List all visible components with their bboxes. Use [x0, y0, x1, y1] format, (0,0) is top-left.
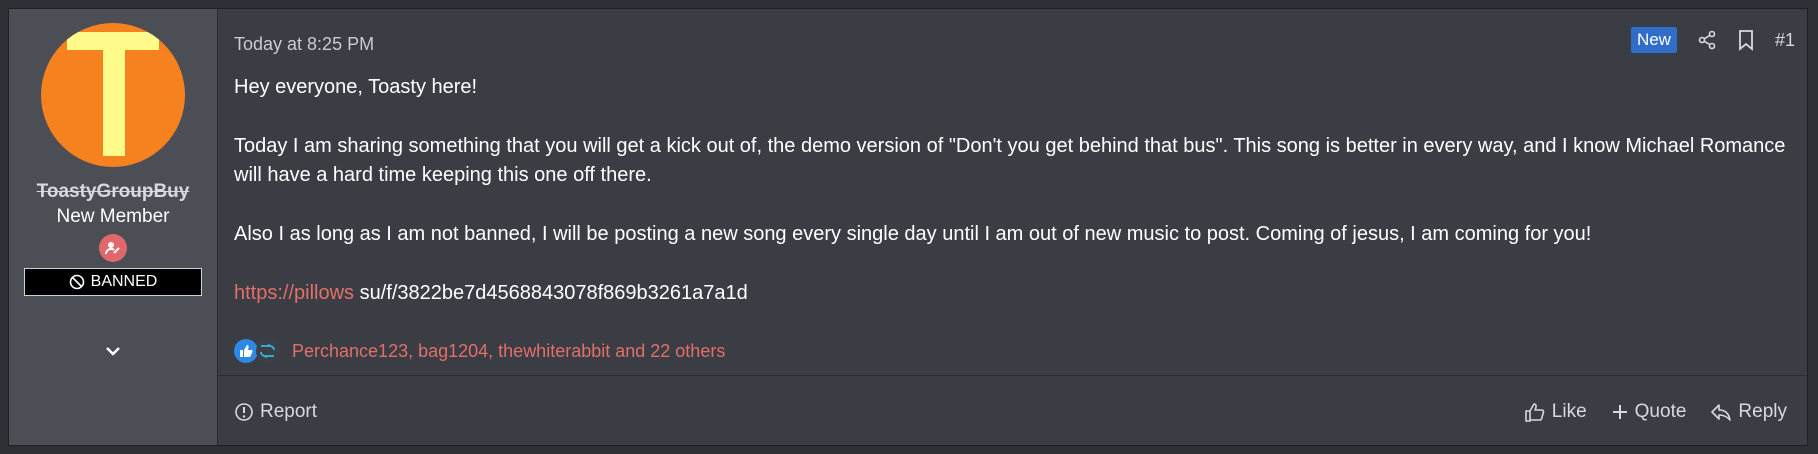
post-timestamp[interactable]: Today at 8:25 PM [234, 34, 374, 55]
banned-badge: BANNED [24, 268, 202, 296]
banned-label: BANNED [90, 273, 158, 290]
chevron-down-icon[interactable] [101, 339, 125, 363]
reply-button[interactable]: Reply [1710, 401, 1787, 423]
post-top-actions: New #1 [1630, 27, 1795, 53]
share-reaction-icon [256, 339, 280, 363]
report-button[interactable]: Report [234, 401, 317, 423]
post-main: Today at 8:25 PM New #1 Hey everyone, To… [218, 9, 1807, 445]
share-icon[interactable] [1697, 30, 1717, 50]
alert-circle-icon [235, 403, 253, 421]
ban-icon [69, 274, 84, 290]
reactions-bar: Perchance123, bag1204, thewhiterabbit an… [234, 339, 725, 363]
post-footer: Report Like Quote Reply [218, 375, 1807, 448]
reply-icon [1711, 404, 1732, 421]
thumbs-up-icon [1524, 403, 1545, 422]
quote-label: Quote [1634, 401, 1687, 422]
post-paragraph: Hey everyone, Toasty here! [234, 76, 478, 98]
user-sidebar: ToastyGroupBuy New Member BANNED [9, 9, 218, 445]
report-label: Report [260, 401, 318, 422]
user-title: New Member [56, 206, 170, 227]
post-body: Hey everyone, Toasty here! Today I am sh… [234, 73, 1794, 338]
reply-label: Reply [1738, 401, 1787, 422]
new-badge: New [1630, 27, 1677, 53]
post-paragraph: Also I as long as I am not banned, I wil… [234, 223, 1592, 245]
post-link-line: https://pillows su/f/3822be7d4568843078f… [234, 279, 1794, 308]
post-link-rest: su/f/3822be7d4568843078f869b3261a7a1d [354, 282, 748, 304]
post-number[interactable]: #1 [1775, 30, 1795, 51]
like-reaction-icon [234, 339, 258, 363]
quote-button[interactable]: Quote [1611, 401, 1687, 423]
bookmark-icon[interactable] [1737, 29, 1755, 51]
post-link[interactable]: https://pillows [234, 282, 354, 304]
member-role-icon [99, 234, 127, 262]
post-paragraph: Today I am sharing something that you wi… [234, 135, 1786, 186]
post-container: ToastyGroupBuy New Member BANNED Today a… [8, 8, 1808, 446]
username[interactable]: ToastyGroupBuy [37, 181, 190, 203]
avatar[interactable] [41, 23, 185, 167]
like-label: Like [1551, 401, 1587, 422]
plus-icon [1612, 405, 1627, 419]
like-button[interactable]: Like [1524, 401, 1587, 423]
reaction-names-link[interactable]: Perchance123, bag1204, thewhiterabbit an… [292, 341, 725, 362]
